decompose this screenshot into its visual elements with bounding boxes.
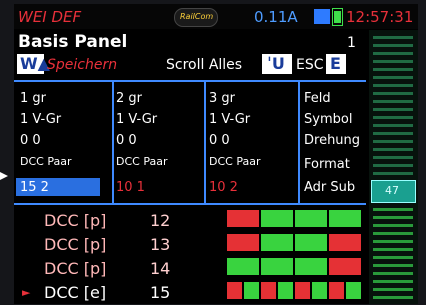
list-item[interactable]: DCC [p] 12 xyxy=(18,210,224,232)
status-cell xyxy=(261,210,293,227)
slider-value: 47 xyxy=(385,184,399,197)
selected-arrow-icon: ► xyxy=(22,286,31,299)
status-cell xyxy=(261,282,276,299)
status-cell xyxy=(346,282,361,299)
status-bar: WEI DEF RailCom 0.11A 12:57:31 xyxy=(14,4,418,29)
grid-top-line xyxy=(14,80,366,82)
status-cell xyxy=(295,258,327,275)
status-cell xyxy=(227,210,259,227)
status-cell xyxy=(329,210,361,227)
status-cell xyxy=(261,234,293,251)
list-item[interactable]: DCC [p] 14 xyxy=(18,258,224,280)
status-cell xyxy=(329,258,361,275)
status-cell xyxy=(227,258,259,275)
status-cell xyxy=(261,258,293,275)
battery-icon xyxy=(332,8,343,26)
list-item[interactable]: DCC [p] 13 xyxy=(18,234,224,256)
grid-divider xyxy=(112,80,114,203)
railcom-logo: RailCom xyxy=(174,8,218,27)
status-cell xyxy=(295,234,327,251)
current-readout: 0.11A xyxy=(254,8,298,26)
display-screen: WEI DEF RailCom 0.11A 12:57:31 Basis Pan… xyxy=(14,4,418,304)
speed-slider[interactable]: 47 xyxy=(369,30,418,304)
slider-knob[interactable]: 47 xyxy=(371,180,416,203)
pointer-arrow-icon xyxy=(0,172,8,180)
status-cell xyxy=(329,234,361,251)
device-name: WEI DEF xyxy=(18,8,82,26)
scroll-all-button[interactable]: Scroll Alles xyxy=(166,58,242,72)
list-item[interactable]: ► DCC [e] 15 xyxy=(18,282,224,304)
esc-label: ESC xyxy=(296,57,324,73)
status-cell xyxy=(312,282,327,299)
track-icon xyxy=(314,9,330,24)
wa-button[interactable]: W▲ xyxy=(17,54,50,74)
save-button[interactable]: Speichern xyxy=(47,58,117,72)
field-labels: Feld Symbol Drehung Format Adr Sub xyxy=(304,91,361,195)
page-title: Basis Panel xyxy=(18,32,128,52)
cell-col1[interactable]: 1 gr 1 V-Gr 0 0 DCC Paar 15 2 xyxy=(16,86,112,204)
status-cell xyxy=(278,282,293,299)
grid-divider xyxy=(298,80,300,203)
up-button[interactable]: ˈU xyxy=(262,54,292,74)
cell-col3[interactable]: 3 gr 1 V-Gr 0 0 DCC Paar 10 2 xyxy=(209,86,295,204)
status-grid xyxy=(227,210,367,302)
status-cell xyxy=(295,282,310,299)
status-cell xyxy=(227,234,259,251)
clock: 12:57:31 xyxy=(346,8,414,26)
grid-divider xyxy=(204,80,206,203)
cell-col2[interactable]: 2 gr 1 V-Gr 0 0 DCC Paar 10 1 xyxy=(116,86,202,204)
address-list: DCC [p] 12 DCC [p] 13 DCC [p] 14 ► DCC [… xyxy=(14,207,224,304)
status-cell xyxy=(227,282,242,299)
page-number: 1 xyxy=(347,35,356,51)
status-cell xyxy=(329,282,344,299)
enter-button[interactable]: E xyxy=(326,54,346,74)
status-cell xyxy=(244,282,259,299)
status-cell xyxy=(295,210,327,227)
